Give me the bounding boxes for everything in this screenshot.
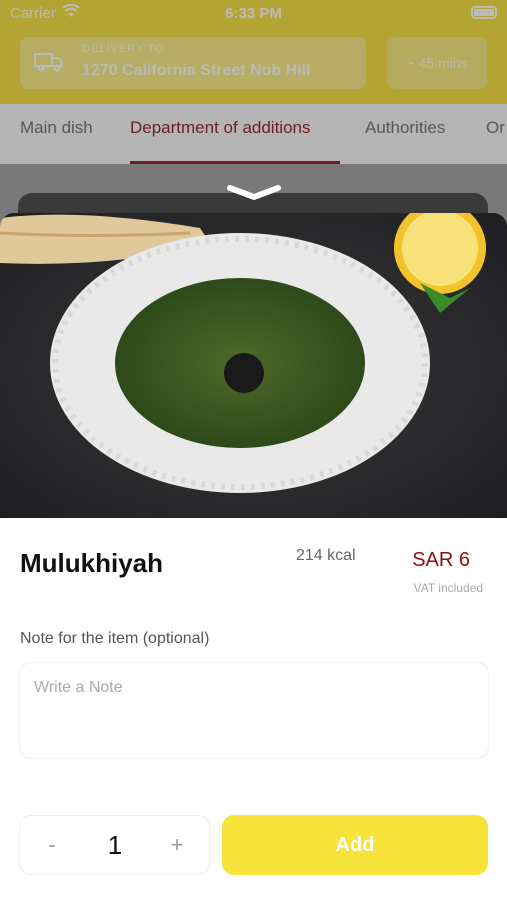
vat-note: VAT included <box>413 581 483 595</box>
price-label: SAR 6 <box>412 549 470 571</box>
note-input[interactable] <box>19 662 489 759</box>
dish-image <box>0 213 507 520</box>
decrease-quantity-button[interactable]: - <box>22 816 82 874</box>
dish-name: Mulukhiyah <box>20 548 164 578</box>
note-label: Note for the item (optional) <box>20 630 210 647</box>
calorie-count: 214 kcal <box>296 547 356 564</box>
quantity-value: 1 <box>107 830 123 860</box>
quantity-stepper: - 1 + <box>19 815 210 875</box>
item-detail-sheet: Mulukhiyah 214 kcal SAR 6 VAT included N… <box>0 518 507 900</box>
chevron-down-icon[interactable] <box>226 184 282 202</box>
add-to-cart-button[interactable]: Add <box>222 815 488 875</box>
increase-quantity-button[interactable]: + <box>147 816 207 874</box>
dish-photo-illustration <box>0 213 507 520</box>
